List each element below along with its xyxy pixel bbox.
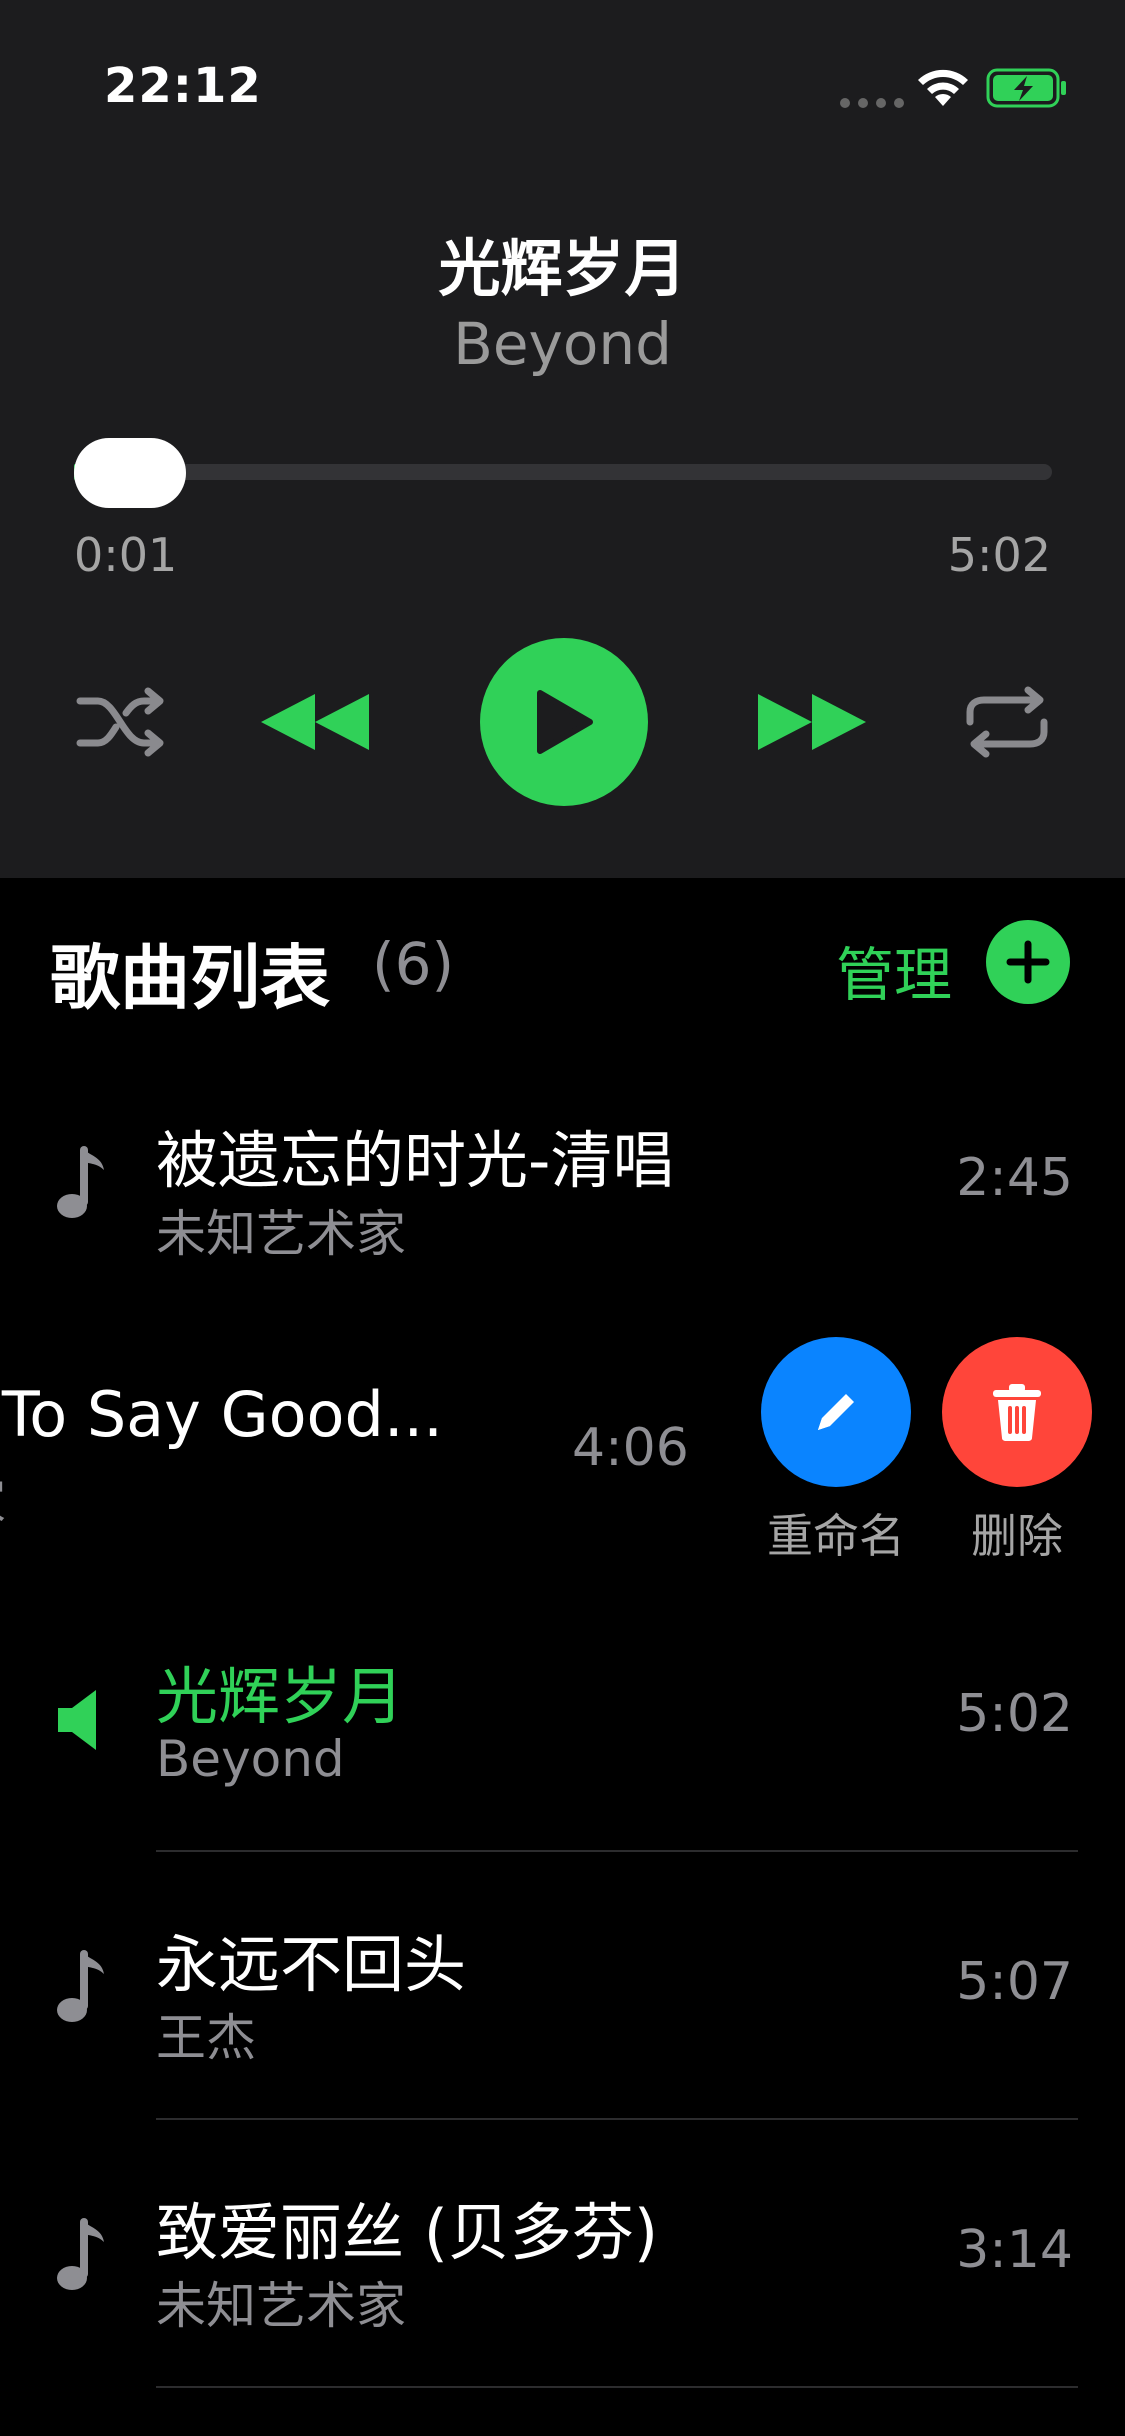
play-button[interactable]	[480, 638, 648, 806]
song-title: 致爱丽丝 (贝多芬)	[156, 2196, 659, 2269]
shuffle-button[interactable]	[72, 680, 172, 764]
next-button[interactable]	[752, 680, 872, 764]
manage-button[interactable]: 管理	[836, 928, 952, 1012]
status-time: 22:12	[104, 58, 262, 114]
rename-label: 重命名	[767, 1509, 905, 1563]
song-duration: 3:14	[956, 2220, 1073, 2280]
song-title: 光辉岁月	[156, 1660, 405, 1733]
total-time: 5:02	[947, 528, 1051, 582]
plus-icon	[1006, 940, 1050, 984]
song-list-title: 歌曲列表	[50, 937, 330, 1019]
song-artist: 未知艺术家	[156, 1205, 406, 1263]
music-note-icon	[57, 2218, 104, 2290]
trash-icon	[993, 1384, 1041, 1441]
repeat-icon	[966, 686, 1048, 758]
music-note-icon	[57, 1950, 104, 2022]
song-duration: 5:02	[956, 1684, 1073, 1744]
song-artist: 王杰	[156, 2009, 256, 2067]
song-title: 永远不回头	[156, 1928, 467, 2001]
song-row[interactable]: 被遗忘的时光-清唱 未知艺术家 2:45	[0, 1048, 1125, 1316]
song-duration: 2:45	[956, 1148, 1073, 1208]
elapsed-time: 0:01	[74, 528, 178, 582]
pencil-icon	[818, 1394, 854, 1430]
music-note-icon	[57, 1146, 104, 1218]
song-title: e To Say Good...	[0, 1378, 443, 1451]
song-title: 被遗忘的时光-清唱	[156, 1124, 675, 1197]
song-artist: 未知艺术家	[156, 2277, 406, 2335]
previous-icon	[261, 694, 369, 750]
song-count: (6)	[372, 930, 455, 998]
song-duration: 5:07	[956, 1952, 1073, 2012]
shuffle-icon	[76, 687, 164, 757]
song-artist: Beyond	[156, 1730, 345, 1788]
song-artist: 家	[0, 1462, 6, 1534]
next-icon	[758, 694, 866, 750]
song-row-active[interactable]: 光辉岁月 Beyond 5:02	[0, 1584, 1125, 1852]
now-playing-title: 光辉岁月	[438, 232, 687, 305]
delete-button[interactable]	[942, 1337, 1092, 1487]
repeat-button[interactable]	[962, 680, 1052, 764]
now-playing-artist: Beyond	[453, 310, 672, 378]
progress-bar[interactable]	[74, 464, 1052, 480]
delete-label: 删除	[971, 1509, 1063, 1563]
previous-button[interactable]	[255, 680, 375, 764]
song-duration: 4:06	[572, 1418, 689, 1478]
progress-thumb[interactable]	[74, 438, 186, 508]
wifi-icon	[918, 69, 968, 106]
rename-button[interactable]	[761, 1337, 911, 1487]
song-row[interactable]: 永远不回头 王杰 5:07	[0, 1852, 1125, 2120]
song-list-header: 歌曲列表 (6) 管理	[0, 878, 1125, 1048]
song-row[interactable]: 致爱丽丝 (贝多芬) 未知艺术家 3:14	[0, 2120, 1125, 2388]
cellular-signal-icon	[840, 98, 904, 108]
battery-charging-icon	[986, 68, 1066, 108]
row-divider	[156, 2386, 1078, 2388]
play-icon	[537, 690, 593, 754]
add-song-button[interactable]	[986, 920, 1070, 1004]
speaker-icon	[58, 1690, 96, 1750]
status-bar: 22:12	[0, 0, 1125, 150]
player-panel: 22:12 光辉岁月 Beyond 0:01 5:02	[0, 0, 1125, 878]
